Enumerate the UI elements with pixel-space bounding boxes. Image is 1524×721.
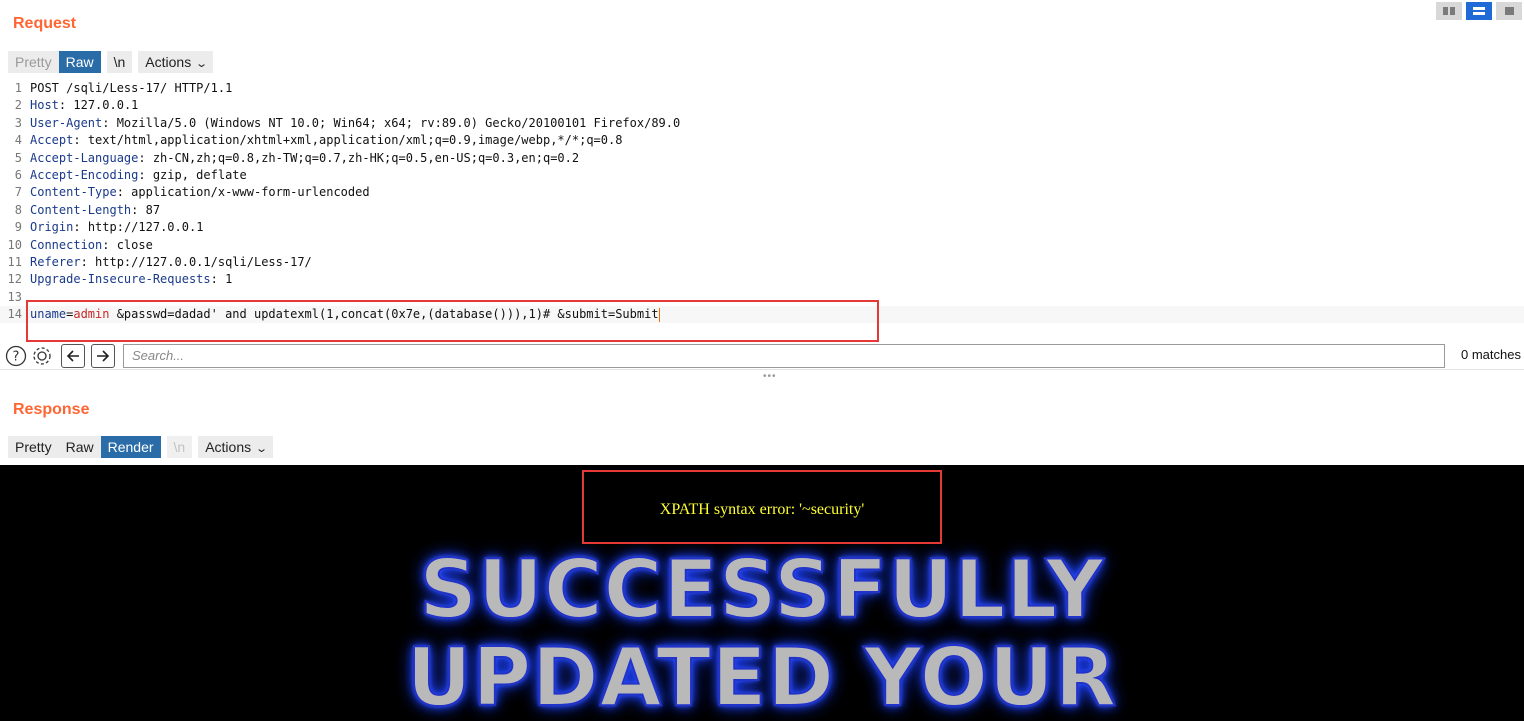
tabs-icon[interactable] [1496, 2, 1522, 20]
header-key: Accept [30, 133, 74, 148]
error-highlight-box [582, 470, 942, 544]
header-value: http://127.0.0.1 [80, 220, 204, 235]
header-key: Host [30, 98, 59, 113]
response-actions-menu[interactable]: Actions ⌄ [198, 436, 274, 458]
request-line-text: POST /sqli/Less-17/ HTTP/1.1 [30, 81, 233, 95]
header-value: close [109, 237, 153, 252]
banner-line-2: UPDATED YOUR [406, 630, 1118, 721]
request-line: 5 Accept-Language: zh-CN,zh;q=0.8,zh-TW;q… [14, 150, 580, 165]
response-tab-raw[interactable]: Raw [58, 436, 101, 458]
request-line: 1 POST /sqli/Less-17/ HTTP/1.1 [0, 80, 1524, 97]
header-key: User-Agent [30, 115, 103, 130]
request-tab-pretty[interactable]: Pretty [8, 51, 59, 73]
response-actions-label: Actions [205, 439, 252, 455]
request-line: 4 Accept: text/html,application/xhtml+xml… [14, 133, 623, 148]
response-tabbar: Pretty Raw Render \n Actions ⌄ [8, 436, 274, 458]
request-tab-raw[interactable]: Raw [58, 51, 101, 73]
header-key: Accept-Language [30, 150, 139, 165]
response-title: Response [13, 401, 90, 418]
rows-icon[interactable] [1466, 2, 1492, 20]
banner-line-1: SUCCESSFULLY [418, 542, 1105, 637]
help-icon[interactable]: ? [4, 344, 28, 368]
request-line: 9 Origin: http://127.0.0.1 [14, 220, 204, 235]
header-key: Upgrade-Insecure-Requests [30, 272, 211, 287]
request-actions-label: Actions [145, 54, 192, 70]
request-newline-toggle[interactable]: \n [106, 51, 133, 73]
search-bar: ? Search... 0 matches [0, 343, 1524, 369]
svg-text:?: ? [13, 350, 20, 365]
request-actions-menu[interactable]: Actions ⌄ [138, 51, 214, 73]
header-key: Referer [30, 254, 81, 269]
response-tab-render[interactable]: Render [100, 436, 161, 458]
pane-divider[interactable]: ••• [0, 369, 1524, 382]
request-line: 7 Content-Type: application/x-www-form-ur… [14, 185, 370, 200]
header-value: 1 [217, 272, 233, 287]
header-value: application/x-www-form-urlencoded [123, 185, 370, 200]
request-line: 12 Upgrade-Insecure-Requests: 1 [7, 272, 233, 287]
header-key: Origin [30, 220, 74, 235]
layout-toggle [1434, 0, 1524, 22]
request-line: 2 Host: 127.0.0.1 [14, 98, 139, 113]
payload-highlight-box [26, 300, 879, 342]
match-count: 0 matches [1461, 347, 1521, 362]
header-key: Accept-Encoding [30, 167, 139, 182]
request-view-tabs: Pretty Raw [8, 51, 101, 73]
header-value: text/html,application/xhtml+xml,applicat… [80, 133, 623, 148]
gear-icon[interactable] [30, 344, 54, 368]
header-value: Mozilla/5.0 (Windows NT 10.0; Win64; x64… [109, 115, 681, 130]
header-key: Connection [30, 237, 103, 252]
request-title: Request [13, 15, 77, 32]
header-value: zh-CN,zh;q=0.8,zh-TW;q=0.7,zh-HK;q=0.5,e… [145, 150, 580, 165]
request-tabbar: Pretty Raw \n Actions ⌄ [8, 51, 214, 73]
header-value: 127.0.0.1 [66, 98, 139, 113]
columns-icon[interactable] [1436, 2, 1462, 20]
chevron-down-icon: ⌄ [195, 58, 209, 70]
header-key: Content-Type [30, 185, 117, 200]
header-value: 87 [138, 202, 161, 217]
request-line: 6 Accept-Encoding: gzip, deflate [14, 167, 247, 182]
chevron-down-icon: ⌄ [255, 443, 269, 455]
drag-handle-icon[interactable]: ••• [763, 372, 777, 382]
header-value: http://127.0.0.1/sqli/Less-17/ [87, 254, 312, 269]
request-line: 8 Content-Length: 87 [14, 202, 161, 217]
header-value: gzip, deflate [145, 167, 247, 182]
arrow-right-icon[interactable] [91, 344, 115, 368]
request-line: 11 Referer: http://127.0.0.1/sqli/Less-17… [7, 254, 312, 269]
arrow-left-icon[interactable] [61, 344, 85, 368]
request-line: 3 User-Agent: Mozilla/5.0 (Windows NT 10.… [14, 115, 681, 130]
search-input[interactable]: Search... [123, 344, 1445, 368]
response-newline-toggle[interactable]: \n [166, 436, 193, 458]
response-view-tabs: Pretty Raw Render [8, 436, 161, 458]
request-line: 10 Connection: close [7, 237, 153, 252]
header-key: Content-Length [30, 202, 132, 217]
response-tab-pretty[interactable]: Pretty [8, 436, 59, 458]
